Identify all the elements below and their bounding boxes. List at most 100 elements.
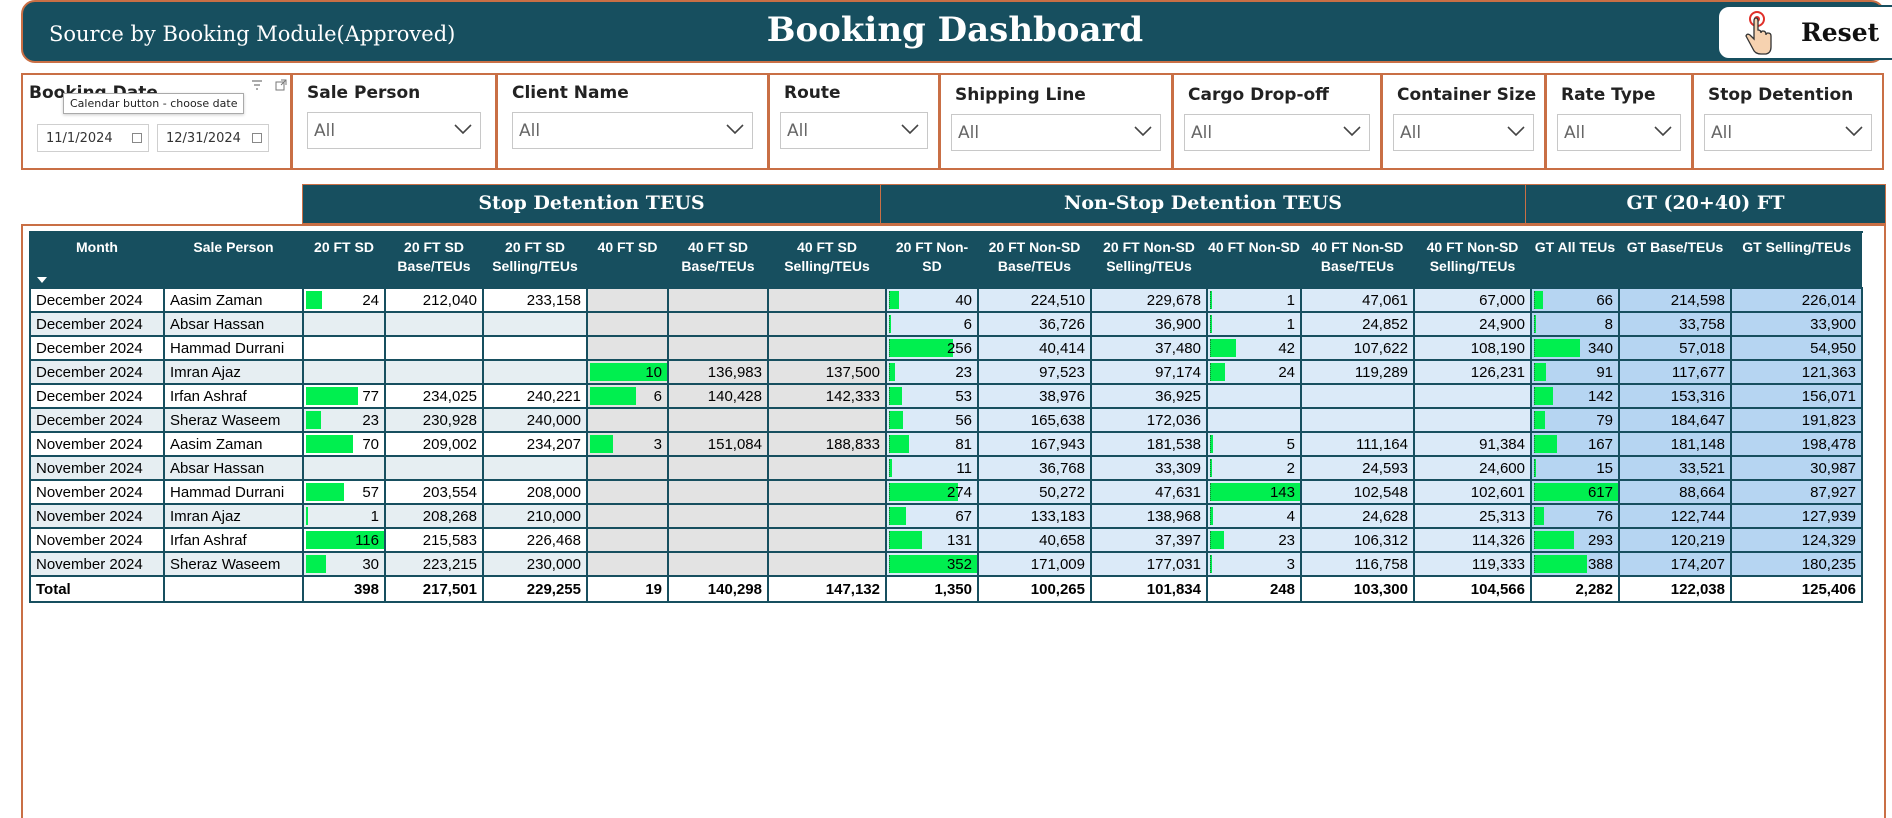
table-cell: 256 bbox=[885, 335, 979, 361]
total-row[interactable]: Total 398 217,501 229,255 19 140,298 147,132 1,… bbox=[29, 575, 1863, 603]
table-cell: 33,758 bbox=[1618, 311, 1732, 337]
table-cell: 172,036 bbox=[1090, 407, 1208, 433]
table-cell bbox=[482, 335, 588, 361]
cell-value: 53 bbox=[955, 387, 972, 405]
table-cell: 126,231 bbox=[1413, 359, 1532, 385]
cell-value: 210,000 bbox=[526, 507, 581, 525]
table-cell: 11 bbox=[885, 455, 979, 481]
table-row[interactable]: November 2024 Absar Hassan 11 36,768 33,309 2… bbox=[29, 455, 1863, 481]
sort-descending-icon[interactable] bbox=[37, 277, 47, 283]
cell-value: 398 bbox=[353, 580, 379, 598]
cell-value: 177,031 bbox=[1146, 555, 1201, 573]
cell-value: 76 bbox=[1596, 507, 1613, 525]
cell-value: 100,265 bbox=[1030, 580, 1085, 598]
table-cell: 40,658 bbox=[977, 527, 1092, 553]
column-header[interactable]: Month bbox=[29, 231, 165, 289]
table-cell: 106,312 bbox=[1300, 527, 1415, 553]
column-header[interactable]: GT All TEUs bbox=[1530, 231, 1620, 289]
cell-value: 101,834 bbox=[1146, 580, 1201, 598]
table-cell bbox=[767, 503, 887, 529]
cell-value: November 2024 bbox=[36, 531, 143, 549]
cell-value: 1,350 bbox=[934, 580, 972, 598]
cell-value: 24,900 bbox=[1479, 315, 1525, 333]
data-bar bbox=[1210, 531, 1224, 549]
table-row[interactable]: December 2024 Irfan Ashraf 77 234,025 240,22… bbox=[29, 383, 1863, 409]
stop-detention-dropdown[interactable]: All bbox=[1704, 114, 1872, 151]
sale-person-dropdown[interactable]: All bbox=[307, 112, 481, 149]
table-row[interactable]: December 2024 Sheraz Waseem 23 230,928 240,0… bbox=[29, 407, 1863, 433]
cell-value: 142 bbox=[1587, 387, 1613, 405]
column-header[interactable]: 20 FT Non-SD Selling/TEUs bbox=[1090, 231, 1208, 289]
table-cell: 81 bbox=[885, 431, 979, 457]
data-bar bbox=[1534, 435, 1557, 453]
table-cell: 229,255 bbox=[482, 575, 588, 603]
cell-value: Imran Ajaz bbox=[170, 363, 241, 381]
table-cell: December 2024 bbox=[29, 287, 165, 313]
client-name-dropdown[interactable]: All bbox=[512, 112, 753, 149]
column-header[interactable]: 40 FT Non-SD bbox=[1206, 231, 1302, 289]
cell-value: November 2024 bbox=[36, 459, 143, 477]
table-cell: 1 bbox=[302, 503, 386, 529]
cell-value: 167,943 bbox=[1030, 435, 1085, 453]
end-date-input[interactable]: 12/31/2024 bbox=[157, 124, 269, 152]
cell-value: 40,414 bbox=[1039, 339, 1085, 357]
column-header[interactable]: 40 FT SD Base/TEUs bbox=[667, 231, 769, 289]
table-cell: Total bbox=[29, 575, 165, 603]
table-row[interactable]: November 2024 Hammad Durrani 57 203,554 208,… bbox=[29, 479, 1863, 505]
table-cell: Sheraz Waseem bbox=[163, 551, 304, 577]
column-header[interactable]: 40 FT SD Selling/TEUs bbox=[767, 231, 887, 289]
route-dropdown[interactable]: All bbox=[780, 112, 928, 149]
column-header[interactable]: 20 FT Non-SD bbox=[885, 231, 979, 289]
column-header[interactable]: GT Base/TEUs bbox=[1618, 231, 1732, 289]
column-header[interactable]: 20 FT SD bbox=[302, 231, 386, 289]
table-cell bbox=[384, 335, 484, 361]
table-row[interactable]: November 2024 Sheraz Waseem 30 223,215 230,0… bbox=[29, 551, 1863, 577]
table-row[interactable]: December 2024 Absar Hassan 6 36,726 36,900 1 2… bbox=[29, 311, 1863, 337]
column-header[interactable]: 20 FT Non-SD Base/TEUs bbox=[977, 231, 1092, 289]
cargo-dropoff-slicer: Cargo Drop-off All bbox=[1172, 73, 1382, 170]
column-header[interactable]: 20 FT SD Selling/TEUs bbox=[482, 231, 588, 289]
cell-value: 23 bbox=[362, 411, 379, 429]
cell-value: 226,468 bbox=[526, 531, 581, 549]
rate-type-slicer: Rate Type All bbox=[1545, 73, 1693, 170]
calendar-icon[interactable] bbox=[252, 133, 262, 143]
booking-date-slicer: Booking Date Calendar button - choose da… bbox=[21, 73, 292, 170]
container-size-dropdown[interactable]: All bbox=[1393, 114, 1534, 151]
cell-value: 234,025 bbox=[422, 387, 477, 405]
rate-type-dropdown[interactable]: All bbox=[1557, 114, 1681, 151]
table-cell: 36,768 bbox=[977, 455, 1092, 481]
table-row[interactable]: December 2024 Imran Ajaz 10 136,983 137,500 2… bbox=[29, 359, 1863, 385]
column-header[interactable]: 20 FT SD Base/TEUs bbox=[384, 231, 484, 289]
table-cell: 36,900 bbox=[1090, 311, 1208, 337]
shipping-line-dropdown[interactable]: All bbox=[951, 114, 1161, 151]
column-header[interactable]: 40 FT Non-SD Selling/TEUs bbox=[1413, 231, 1532, 289]
table-row[interactable]: December 2024 Hammad Durrani 256 40,414 37,4… bbox=[29, 335, 1863, 361]
table-cell: 120,219 bbox=[1618, 527, 1732, 553]
table-cell: 136,983 bbox=[667, 359, 769, 385]
data-bar bbox=[590, 387, 636, 405]
column-header[interactable]: GT Selling/TEUs bbox=[1730, 231, 1863, 289]
table-row[interactable]: November 2024 Irfan Ashraf 116 215,583 226,4… bbox=[29, 527, 1863, 553]
table-cell: 6 bbox=[885, 311, 979, 337]
focus-mode-icon[interactable] bbox=[275, 79, 287, 91]
column-header[interactable]: 40 FT Non-SD Base/TEUs bbox=[1300, 231, 1415, 289]
cargo-dropoff-dropdown[interactable]: All bbox=[1184, 114, 1370, 151]
table-row[interactable]: November 2024 Imran Ajaz 1 208,268 210,000 67… bbox=[29, 503, 1863, 529]
table-cell: 229,678 bbox=[1090, 287, 1208, 313]
cell-value: 11 bbox=[956, 459, 972, 477]
start-date-input[interactable]: 11/1/2024 bbox=[37, 124, 149, 152]
column-header[interactable]: Sale Person bbox=[163, 231, 304, 289]
cell-value: 131 bbox=[946, 531, 972, 549]
column-header[interactable]: 40 FT SD bbox=[586, 231, 669, 289]
table-row[interactable]: November 2024 Aasim Zaman 70 209,002 234,207… bbox=[29, 431, 1863, 457]
pointing-hand-icon bbox=[1745, 10, 1772, 55]
table-cell: 50,272 bbox=[977, 479, 1092, 505]
calendar-icon[interactable] bbox=[132, 133, 142, 143]
filter-icon[interactable] bbox=[251, 79, 263, 91]
data-bar bbox=[306, 507, 308, 525]
data-bar bbox=[1534, 411, 1545, 429]
table-cell: 230,928 bbox=[384, 407, 484, 433]
table-row[interactable]: December 2024 Aasim Zaman 24 212,040 233,158… bbox=[29, 287, 1863, 313]
reset-button[interactable]: Reset bbox=[1717, 5, 1892, 60]
table-cell bbox=[384, 455, 484, 481]
